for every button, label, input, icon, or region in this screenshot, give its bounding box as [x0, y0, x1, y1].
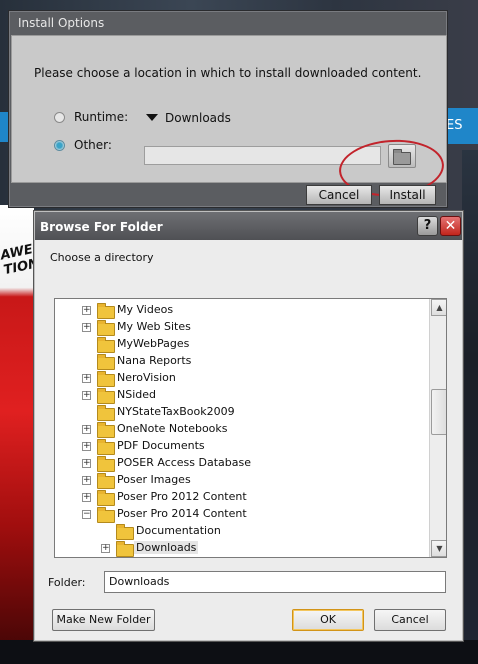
browse-dialog-titlebar[interactable]: Browse For Folder ? ✕: [35, 212, 462, 240]
folder-label: Folder:: [48, 576, 86, 589]
folder-icon: [97, 490, 115, 506]
install-options-dialog: Install Options Please choose a location…: [8, 10, 448, 208]
expand-toggle-icon[interactable]: +: [82, 425, 91, 434]
folder-tree[interactable]: + My Videos + My Web Sites MyWebPages Nana Re…: [54, 298, 447, 558]
tree-item[interactable]: + NeroVision: [55, 370, 427, 387]
browse-prompt: Choose a directory: [50, 251, 154, 264]
expand-toggle-icon[interactable]: +: [82, 493, 91, 502]
tree-item[interactable]: NYStateTaxBook2009: [55, 404, 427, 421]
expand-toggle-icon[interactable]: +: [101, 544, 110, 553]
tree-item[interactable]: MyWebPages: [55, 336, 427, 353]
folder-icon: [97, 456, 115, 472]
scroll-up-button[interactable]: ▲: [431, 299, 446, 316]
folder-icon: [97, 422, 115, 438]
install-dialog-title: Install Options: [18, 16, 105, 30]
install-button[interactable]: Install: [379, 185, 436, 205]
videos-folder-icon: [97, 303, 115, 319]
other-radio[interactable]: [54, 140, 65, 151]
tree-item[interactable]: + Downloads: [55, 540, 427, 557]
tree-item-label[interactable]: Poser Pro 2014 Content: [115, 507, 249, 520]
web-folder-icon: [97, 320, 115, 336]
tree-item-label[interactable]: Poser Pro 2012 Content: [115, 490, 249, 503]
background-nav-tab-right-label: ES: [446, 118, 463, 133]
background-footer: [0, 640, 478, 664]
tree-item[interactable]: + My Videos: [55, 302, 427, 319]
expand-toggle-icon[interactable]: +: [82, 323, 91, 332]
tree-item-label[interactable]: MyWebPages: [115, 337, 191, 350]
browse-cancel-button[interactable]: Cancel: [374, 609, 446, 631]
scroll-thumb[interactable]: [431, 389, 446, 435]
folder-icon: [97, 507, 115, 523]
background-nav-tab-left: [0, 112, 8, 142]
tree-item[interactable]: + Poser Pro 2012 Content: [55, 489, 427, 506]
tree-scrollbar[interactable]: ▲ ▼: [429, 299, 446, 557]
runtime-label: Runtime:: [74, 110, 129, 124]
background-nav-tab-right: ES: [446, 108, 478, 144]
tree-item-label[interactable]: Documentation: [134, 524, 223, 537]
tree-item-label[interactable]: NeroVision: [115, 371, 178, 384]
tree-item[interactable]: + My Web Sites: [55, 319, 427, 336]
expand-toggle-icon[interactable]: +: [82, 374, 91, 383]
tree-item-label[interactable]: OneNote Notebooks: [115, 422, 230, 435]
tree-item-label[interactable]: Nana Reports: [115, 354, 193, 367]
browse-for-folder-dialog: Browse For Folder ? ✕ Choose a directory…: [33, 210, 464, 642]
tree-item[interactable]: + OneNote Notebooks: [55, 421, 427, 438]
folder-icon: [97, 371, 115, 387]
tree-item-label[interactable]: NYStateTaxBook2009: [115, 405, 237, 418]
tree-item-label[interactable]: Downloads: [134, 541, 199, 554]
ok-button[interactable]: OK: [292, 609, 364, 631]
install-message: Please choose a location in which to ins…: [34, 66, 422, 80]
background-right-art: [462, 150, 478, 664]
runtime-radio[interactable]: [54, 112, 65, 123]
expand-toggle-icon[interactable]: +: [82, 442, 91, 451]
tree-item[interactable]: + POSER Access Database: [55, 455, 427, 472]
tree-item-label[interactable]: My Web Sites: [115, 320, 193, 333]
tree-item[interactable]: + Poser Images: [55, 472, 427, 489]
folder-icon: [97, 473, 115, 489]
other-label: Other:: [74, 138, 112, 152]
tree-item-label[interactable]: PDF Documents: [115, 439, 207, 452]
tree-item-label[interactable]: Poser Images: [115, 473, 193, 486]
folder-input[interactable]: Downloads: [104, 571, 446, 593]
runtime-dropdown-arrow-icon[interactable]: [146, 114, 158, 121]
tree-item-label[interactable]: NSided: [115, 388, 158, 401]
runtime-dropdown-value[interactable]: Downloads: [165, 111, 231, 125]
browse-dialog-title: Browse For Folder: [40, 220, 163, 234]
folder-icon: [97, 388, 115, 404]
folder-icon: [116, 541, 134, 557]
tree-item[interactable]: + NSided: [55, 387, 427, 404]
folder-icon: [97, 405, 115, 421]
install-cancel-button[interactable]: Cancel: [306, 185, 372, 205]
folder-icon: [97, 354, 115, 370]
folder-icon: [97, 439, 115, 455]
expand-toggle-icon[interactable]: +: [82, 476, 91, 485]
expand-toggle-icon[interactable]: +: [82, 306, 91, 315]
make-new-folder-button[interactable]: Make New Folder: [52, 609, 155, 631]
tree-item-label[interactable]: POSER Access Database: [115, 456, 253, 469]
close-button[interactable]: ✕: [440, 216, 461, 236]
help-button[interactable]: ?: [417, 216, 438, 236]
collapse-toggle-icon[interactable]: −: [82, 510, 91, 519]
tree-item[interactable]: Documentation: [55, 523, 427, 540]
scroll-down-button[interactable]: ▼: [431, 540, 446, 557]
folder-icon: [116, 524, 134, 540]
tree-item[interactable]: Nana Reports: [55, 353, 427, 370]
folder-icon: [97, 337, 115, 353]
expand-toggle-icon[interactable]: +: [82, 459, 91, 468]
tree-item[interactable]: − Poser Pro 2014 Content: [55, 506, 427, 523]
expand-toggle-icon[interactable]: +: [82, 391, 91, 400]
install-dialog-body: Please choose a location in which to ins…: [11, 35, 447, 200]
tree-item[interactable]: + PDF Documents: [55, 438, 427, 455]
tree-item-label[interactable]: My Videos: [115, 303, 175, 316]
